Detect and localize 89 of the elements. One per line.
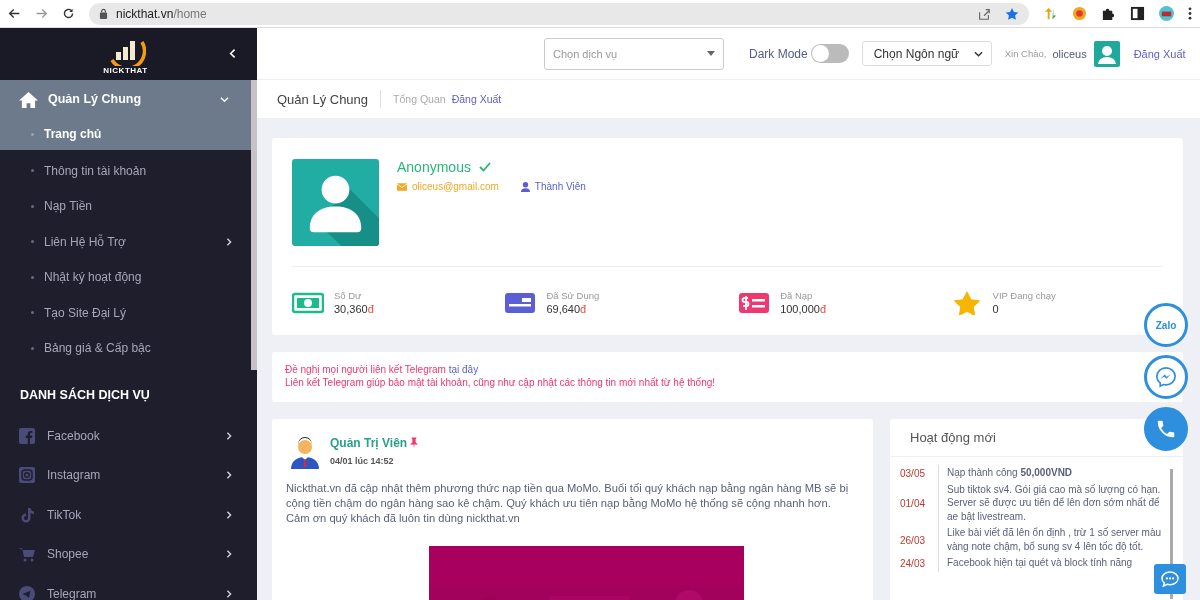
sidebar-item[interactable]: Instagram: [0, 455, 251, 495]
activity-text: Like bài viết đã lên ổn định , trừ 1 số server màu vàng note chậm, bổ sung sv 4 lên tốc độ tốt.: [938, 525, 1167, 555]
share-icon[interactable]: [977, 6, 991, 21]
sidebar-item[interactable]: Trang chủ: [0, 118, 251, 150]
sidebar-item[interactable]: TikTok: [0, 495, 251, 535]
logo-text: NICKTHAT: [103, 65, 148, 75]
phone-icon: [1155, 418, 1177, 440]
reload-icon[interactable]: [62, 7, 75, 20]
menu-icon[interactable]: [1188, 6, 1192, 21]
collapse-icon[interactable]: [229, 48, 237, 59]
badge-extension-icon[interactable]: [1072, 6, 1087, 21]
notice-text: Liên kết Telegram giúp bảo mật tài khoản, cũng như cập nhật các thông tin mới nhất từ hệ thống!: [285, 376, 717, 389]
zalo-button[interactable]: Zalo: [1144, 303, 1188, 347]
role-text: Thành Viên: [534, 181, 586, 192]
greeting-text: Xin Chào,: [1004, 48, 1047, 59]
chevron-icon: [225, 471, 233, 480]
stat-value: 69,640đ: [546, 303, 588, 315]
chevron-icon: [225, 431, 233, 440]
arrows-extension-icon[interactable]: [1043, 6, 1058, 21]
music-note-icon: [19, 506, 35, 523]
banknote-icon: [292, 290, 324, 315]
page-title: Quản Lý Chung: [277, 91, 369, 107]
stat-label: Đã Nạp: [780, 290, 814, 301]
dark-mode-toggle[interactable]: [810, 44, 849, 63]
post-time: 04/01 lúc 14:52: [330, 456, 394, 466]
username: oliceus: [1052, 47, 1087, 60]
sidebar-item[interactable]: Telegram: [0, 574, 251, 600]
activity-date: 01/04: [900, 497, 927, 509]
chevron-icon: [225, 550, 233, 559]
sidebar-item[interactable]: Liên Hệ Hỗ Trợ: [0, 224, 251, 260]
facebook-icon: [19, 427, 35, 444]
profile-name: Anonymous: [397, 159, 471, 175]
sidebar-item[interactable]: Facebook: [0, 416, 251, 456]
sidebar-item[interactable]: Shopee: [0, 534, 251, 574]
chevron-icon: [225, 589, 233, 598]
back-icon[interactable]: [8, 7, 21, 20]
address-bar[interactable]: nickthat.vn/home: [89, 2, 1029, 25]
avatar-icon[interactable]: [1093, 40, 1120, 67]
email-text: oliceus@gmail.com: [412, 181, 499, 192]
logout-link[interactable]: Đăng Xuất: [1133, 47, 1186, 60]
chevron-down-icon: [973, 50, 983, 57]
stat-value: 30,360đ: [334, 303, 374, 315]
sidebar-item[interactable]: Tạo Site Đại Lý: [0, 295, 251, 331]
menu-group[interactable]: Quản Lý Chung: [0, 80, 251, 118]
user-icon: [520, 181, 530, 192]
activity-date: 03/05: [900, 467, 927, 479]
stat-value: 0: [992, 303, 1000, 315]
dark-mode-label: Dark Mode: [749, 46, 808, 61]
sidebar-item[interactable]: Thông tin tài khoản: [0, 153, 251, 189]
bookmark-star-icon[interactable]: [1005, 6, 1019, 21]
puzzle-icon[interactable]: [1101, 6, 1116, 21]
lock-icon: [99, 8, 108, 19]
forward-icon[interactable]: [35, 7, 48, 20]
caret-icon: [707, 51, 715, 56]
breadcrumb-link[interactable]: Đăng Xuất: [451, 93, 502, 105]
telegram-link[interactable]: tại đây: [448, 364, 479, 375]
activity-date: 26/03: [900, 534, 927, 546]
stat-label: Đã Sử Dụng: [546, 290, 600, 301]
sidebar-item[interactable]: Nạp Tiền: [0, 188, 251, 224]
avatar-icon: [292, 159, 379, 246]
sidebar-item[interactable]: Bảng giá & Cấp bậc: [0, 330, 251, 366]
camera-icon: [19, 467, 35, 484]
profile-avatar-icon[interactable]: [1159, 6, 1174, 21]
activity-text: Sub tiktok sv4. Gói giá cao mà số lượng có hạn. Server sẽ được ưu tiên để lên đơn sớm nhất để ae bật livestream.: [938, 481, 1167, 525]
phone-button[interactable]: [1144, 407, 1188, 451]
author-name: Quản Trị Viên: [330, 436, 408, 450]
chat-icon: [1161, 571, 1179, 587]
post-text: Nickthat.vn đã cập nhật thêm phương thức nạp tiền qua MoMo. Buổi tối quý khách nạp bằng ngân hàng MB sẽ bị cộng tiền chậm do ngân hàng sao kê chậm. Quý khách ưu tiên nạp bằng MoMo hệ thống sẽ cộng nhanh hơn. Cảm ơn quý khách đã luôn tin dùng nickthat.vn: [286, 481, 850, 526]
mail-icon: [397, 182, 407, 191]
card-icon: [504, 290, 537, 315]
home-icon: [19, 90, 38, 108]
sidebar-item[interactable]: Nhật ký hoạt động: [0, 259, 251, 295]
admin-avatar-icon: [290, 435, 320, 469]
url-text: nickthat.vn/home: [116, 6, 207, 21]
menu-group-label: Quản Lý Chung: [48, 92, 143, 106]
chevron-icon: [225, 510, 233, 519]
cart-icon: [19, 546, 35, 563]
messenger-icon: [1155, 366, 1177, 388]
section-heading: DANH SÁCH DỊCH VỤ: [19, 386, 151, 404]
activity-text: Nạp thành công 50,000VND: [938, 465, 1167, 482]
stat-label: Số Dư: [334, 290, 363, 301]
activity-date: 24/03: [900, 557, 927, 569]
stat-value: 100,000đ: [780, 303, 826, 315]
chat-button[interactable]: [1154, 564, 1186, 594]
language-select[interactable]: Chọn Ngôn ngữ: [861, 41, 992, 66]
dollar-icon: [738, 290, 771, 315]
side-panel-icon[interactable]: [1130, 6, 1145, 21]
stat-label: VIP Đang chạy: [992, 290, 1056, 301]
chevron-icon: [225, 237, 233, 246]
